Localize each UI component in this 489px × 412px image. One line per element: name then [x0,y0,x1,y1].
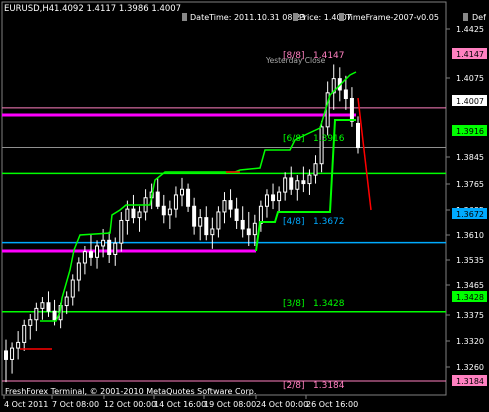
time-tick-label: 12 Oct 00:00 [104,400,156,409]
candle-body [95,245,100,258]
time-tick-label: 7 Oct 08:00 [52,400,99,409]
candle-body [167,208,172,216]
candle-body [295,180,300,190]
price-tag-label: 1.3184 [456,377,484,386]
level-6-name: [6/8] [283,134,305,144]
candle-body [137,211,142,219]
candle-body [161,205,166,216]
time-tick-label: 26 Oct 16:00 [306,400,358,409]
level-2-value: 1.3184 [313,381,345,391]
candle-body [192,205,197,227]
price-tick-label: 1.3610 [456,231,484,240]
candle-body [131,208,136,219]
price-tag-label: 1.3672 [456,210,484,219]
candle-body [186,188,191,207]
header-marker-4 [463,13,468,21]
candle-body [216,211,221,230]
price-tick-label: 1.3465 [456,281,484,290]
candle-body [28,319,33,326]
candle-body [88,251,93,258]
candle-body [101,239,106,247]
chart-canvas[interactable]: EURUSD,H4 1.4092 1.4117 1.3986 1.4007 Da… [0,0,489,412]
price-tag-label: 1.4147 [456,50,484,59]
candle-body [52,310,57,321]
candle-body [107,239,112,255]
candle-body [289,177,294,190]
candle-body [82,251,87,264]
level-4-value: 1.3672 [313,217,345,227]
header-marker-3 [339,13,344,21]
time-tick-label: 4 Oct 2011 [4,400,48,409]
candle-body [155,191,160,207]
candle-body [228,200,233,210]
candle-body [34,307,39,321]
price-tick-label: 1.3375 [456,311,484,320]
candle-body [252,222,257,236]
cut-label: Def [472,13,486,22]
price-tick-label: 1.3320 [456,337,484,346]
candle-body [283,177,288,193]
candle-body [319,126,324,165]
candle-body [46,302,51,312]
candle-body [76,262,81,281]
candle-body [40,302,45,309]
level-2-name: [2/8] [283,381,305,391]
price-tick-label: 1.3535 [456,256,484,265]
candle-body [277,191,282,202]
time-axis: 4 Oct 2011 7 Oct 08:00 12 Oct 00:0014 Oct … [3,395,358,409]
candle-body [64,296,69,307]
price-tick-label: 1.3765 [456,180,484,189]
candle-body [125,208,130,221]
candle-body [119,219,124,244]
price-tag-label: 1.3916 [456,127,484,136]
candle-body [173,194,178,210]
level-4-name: [4/8] [283,217,305,227]
datetime-readout: DateTime: 2011.10.31 08:23 [190,13,305,22]
price-tick-label: 1.3260 [456,363,484,372]
header-marker-1 [182,13,187,21]
time-tick-label: 24 Oct 00:00 [256,400,308,409]
candle-body [4,350,8,360]
level-3-name: [3/8] [283,299,305,309]
candle-body [307,174,312,185]
chart-window[interactable]: EURUSD,H4 1.4092 1.4117 1.3986 1.4007 Da… [0,0,489,412]
level-6-value: 1.3916 [313,134,345,144]
price-tag-label: 1.4007 [456,97,484,106]
candle-body [349,97,354,122]
candle-body [240,219,245,230]
candle-body [356,122,360,149]
time-tick-label: 19 Oct 08:00 [204,400,256,409]
timeframe-readout: TimeFrame-2007-v0.05 [345,13,439,22]
candle-body [234,208,239,221]
yesterday-close-label: Yesterday Close [265,56,326,65]
candle-body [301,180,306,185]
symbol-timeframe: EURUSD,H4 [4,4,54,14]
copyright-text: FreshForex Terminal, © 2001-2010 MetaQuo… [5,387,256,396]
candle-body [22,324,27,343]
candle-body [16,341,21,349]
candle-body [10,347,15,360]
price-tick-label: 1.4075 [456,74,484,83]
candle-body [246,228,251,236]
candle-body [313,163,318,176]
candle-body [204,217,209,236]
price-tag-label: 1.3428 [456,293,484,302]
candle-body [222,200,227,213]
header-marker-2 [293,13,298,21]
price-tick-label: 1.3845 [456,153,484,162]
candle-body [264,194,269,207]
candle-body [210,228,215,236]
ohlc-readout: 1.4092 1.4117 1.3986 1.4007 [54,4,181,14]
level-3-value: 1.3428 [313,299,345,309]
candle-body [198,217,203,227]
candle-body [258,205,263,224]
time-tick-label: 14 Oct 16:00 [154,400,206,409]
candle-body [180,188,184,196]
candle-body [70,279,75,298]
candle-body [343,89,348,99]
candle-body [271,194,276,202]
price-tick-label: 1.4425 [456,25,484,34]
candle-body [113,242,118,255]
